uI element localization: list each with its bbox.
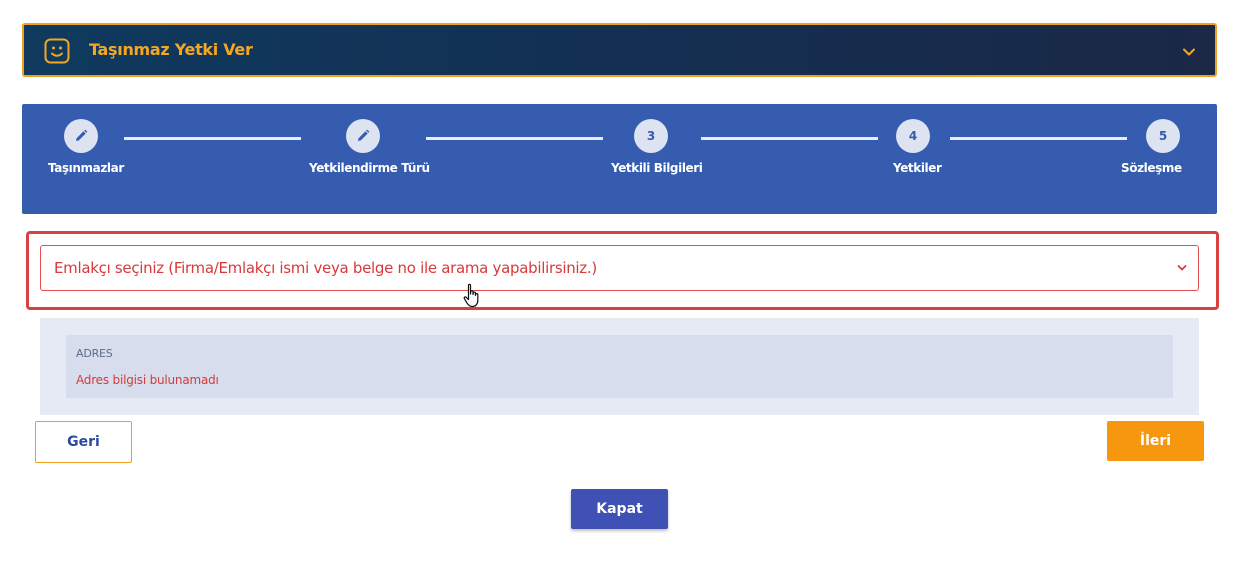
next-button[interactable]: İleri (1107, 421, 1204, 461)
pencil-icon (76, 129, 88, 141)
close-button[interactable]: Kapat (571, 489, 668, 529)
panel-header[interactable]: Taşınmaz Yetki Ver (22, 23, 1217, 77)
step-marker: 5 (1146, 119, 1180, 153)
agent-select-placeholder: Emlakçı seçiniz (Firma/Emlakçı ismi veya… (54, 259, 597, 277)
hand-cursor-icon (463, 283, 479, 308)
smiley-icon (44, 38, 70, 64)
address-title: ADRES (76, 347, 113, 360)
address-card: ADRES Adres bilgisi bulunamadı (66, 335, 1173, 398)
step-connector (124, 137, 301, 140)
step-marker: 3 (634, 119, 668, 153)
address-panel: ADRES Adres bilgisi bulunamadı (40, 318, 1199, 415)
page-title: Taşınmaz Yetki Ver (89, 40, 253, 59)
step-label: Yetkilendirme Türü (309, 161, 430, 175)
step-label: Yetkiler (893, 161, 942, 175)
agent-select[interactable]: Emlakçı seçiniz (Firma/Emlakçı ismi veya… (40, 245, 1199, 291)
step-marker: 4 (896, 119, 930, 153)
agent-select-highlight: Emlakçı seçiniz (Firma/Emlakçı ismi veya… (26, 231, 1219, 310)
step-marker (64, 119, 98, 153)
pencil-icon (358, 129, 370, 141)
wizard-stepper: Taşınmazlar Yetkilendirme Türü 3 Yetkili… (22, 104, 1217, 214)
step-connector (426, 137, 603, 140)
chevron-down-icon[interactable] (1176, 262, 1188, 274)
back-button[interactable]: Geri (35, 421, 132, 463)
step-label: Taşınmazlar (48, 161, 124, 175)
address-value: Adres bilgisi bulunamadı (76, 373, 219, 387)
step-marker (346, 119, 380, 153)
step-connector (950, 137, 1127, 140)
chevron-down-icon[interactable] (1181, 44, 1197, 60)
step-label: Yetkili Bilgileri (611, 161, 703, 175)
step-label: Sözleşme (1121, 161, 1182, 175)
step-connector (701, 137, 878, 140)
